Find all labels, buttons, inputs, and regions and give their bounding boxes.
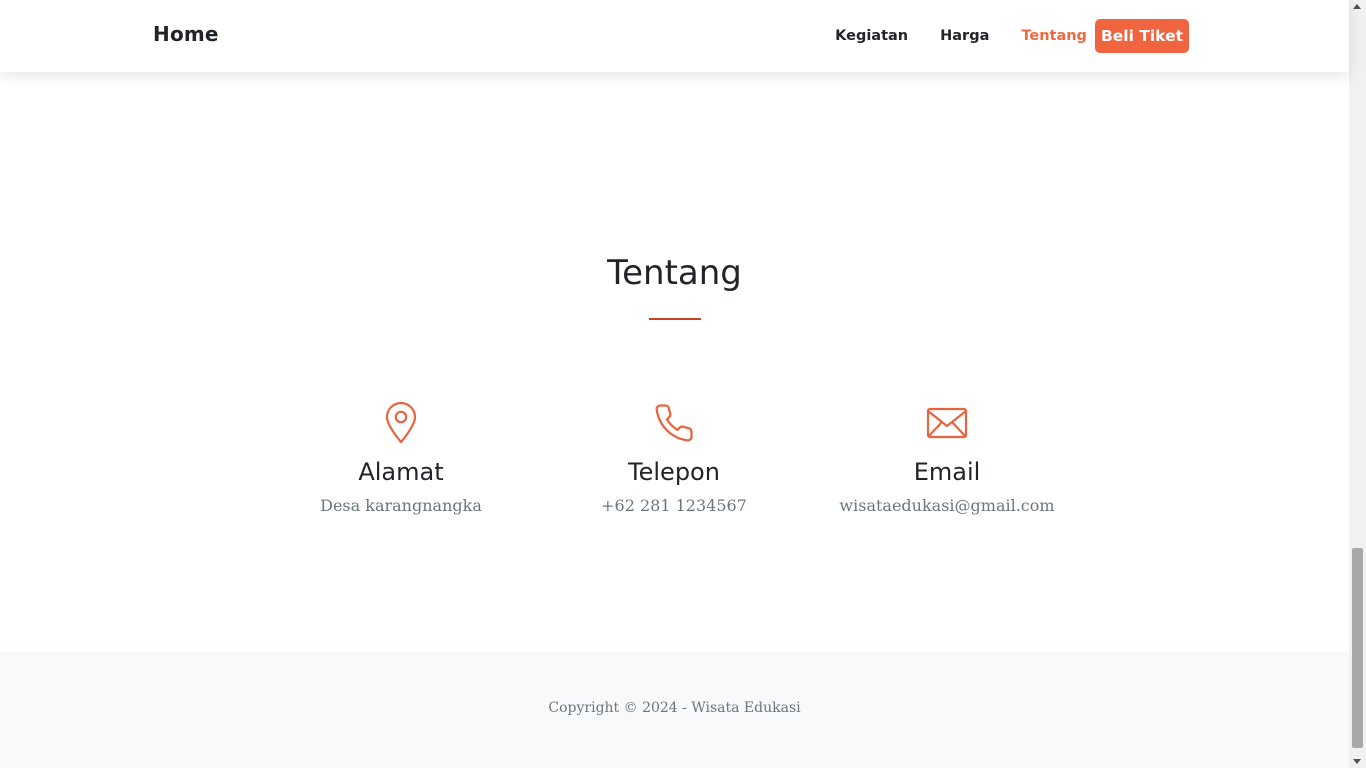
navbar: Home Kegiatan Harga Tentang Beli Tiket bbox=[0, 0, 1349, 72]
page: Home Kegiatan Harga Tentang Beli Tiket T… bbox=[0, 0, 1349, 768]
info-label: Telepon bbox=[628, 458, 720, 486]
info-address: Alamat Desa karangnangka bbox=[251, 402, 551, 515]
info-value: wisataedukasi@gmail.com bbox=[839, 496, 1055, 515]
scroll-down-arrow-icon[interactable] bbox=[1353, 759, 1361, 764]
scroll-thumb[interactable] bbox=[1352, 548, 1363, 748]
copyright-text: Copyright © 2024 - Wisata Edukasi bbox=[548, 700, 801, 716]
phone-icon bbox=[524, 402, 824, 444]
info-label: Alamat bbox=[358, 458, 444, 486]
info-value: Desa karangnangka bbox=[320, 496, 482, 515]
nav-link-harga[interactable]: Harga bbox=[940, 20, 989, 52]
section-title: Tentang bbox=[607, 253, 742, 293]
info-label: Email bbox=[913, 458, 981, 486]
info-value: +62 281 1234567 bbox=[601, 496, 747, 515]
beli-tiket-button[interactable]: Beli Tiket bbox=[1094, 19, 1189, 53]
nav-links: Kegiatan Harga Tentang Beli Tiket bbox=[803, 19, 1189, 53]
vertical-scrollbar[interactable] bbox=[1349, 0, 1366, 768]
info-phone: Telepon +62 281 1234567 bbox=[524, 402, 824, 515]
brand-home-link[interactable]: Home bbox=[153, 22, 219, 46]
title-divider bbox=[649, 318, 701, 320]
scroll-up-arrow-icon[interactable] bbox=[1353, 4, 1361, 9]
nav-link-kegiatan[interactable]: Kegiatan bbox=[835, 20, 908, 52]
nav-link-tentang[interactable]: Tentang bbox=[1021, 20, 1087, 52]
envelope-icon bbox=[797, 402, 1097, 444]
footer: Copyright © 2024 - Wisata Edukasi bbox=[0, 652, 1349, 768]
map-pin-icon bbox=[251, 402, 551, 444]
info-email: Email wisataedukasi@gmail.com bbox=[797, 402, 1097, 515]
